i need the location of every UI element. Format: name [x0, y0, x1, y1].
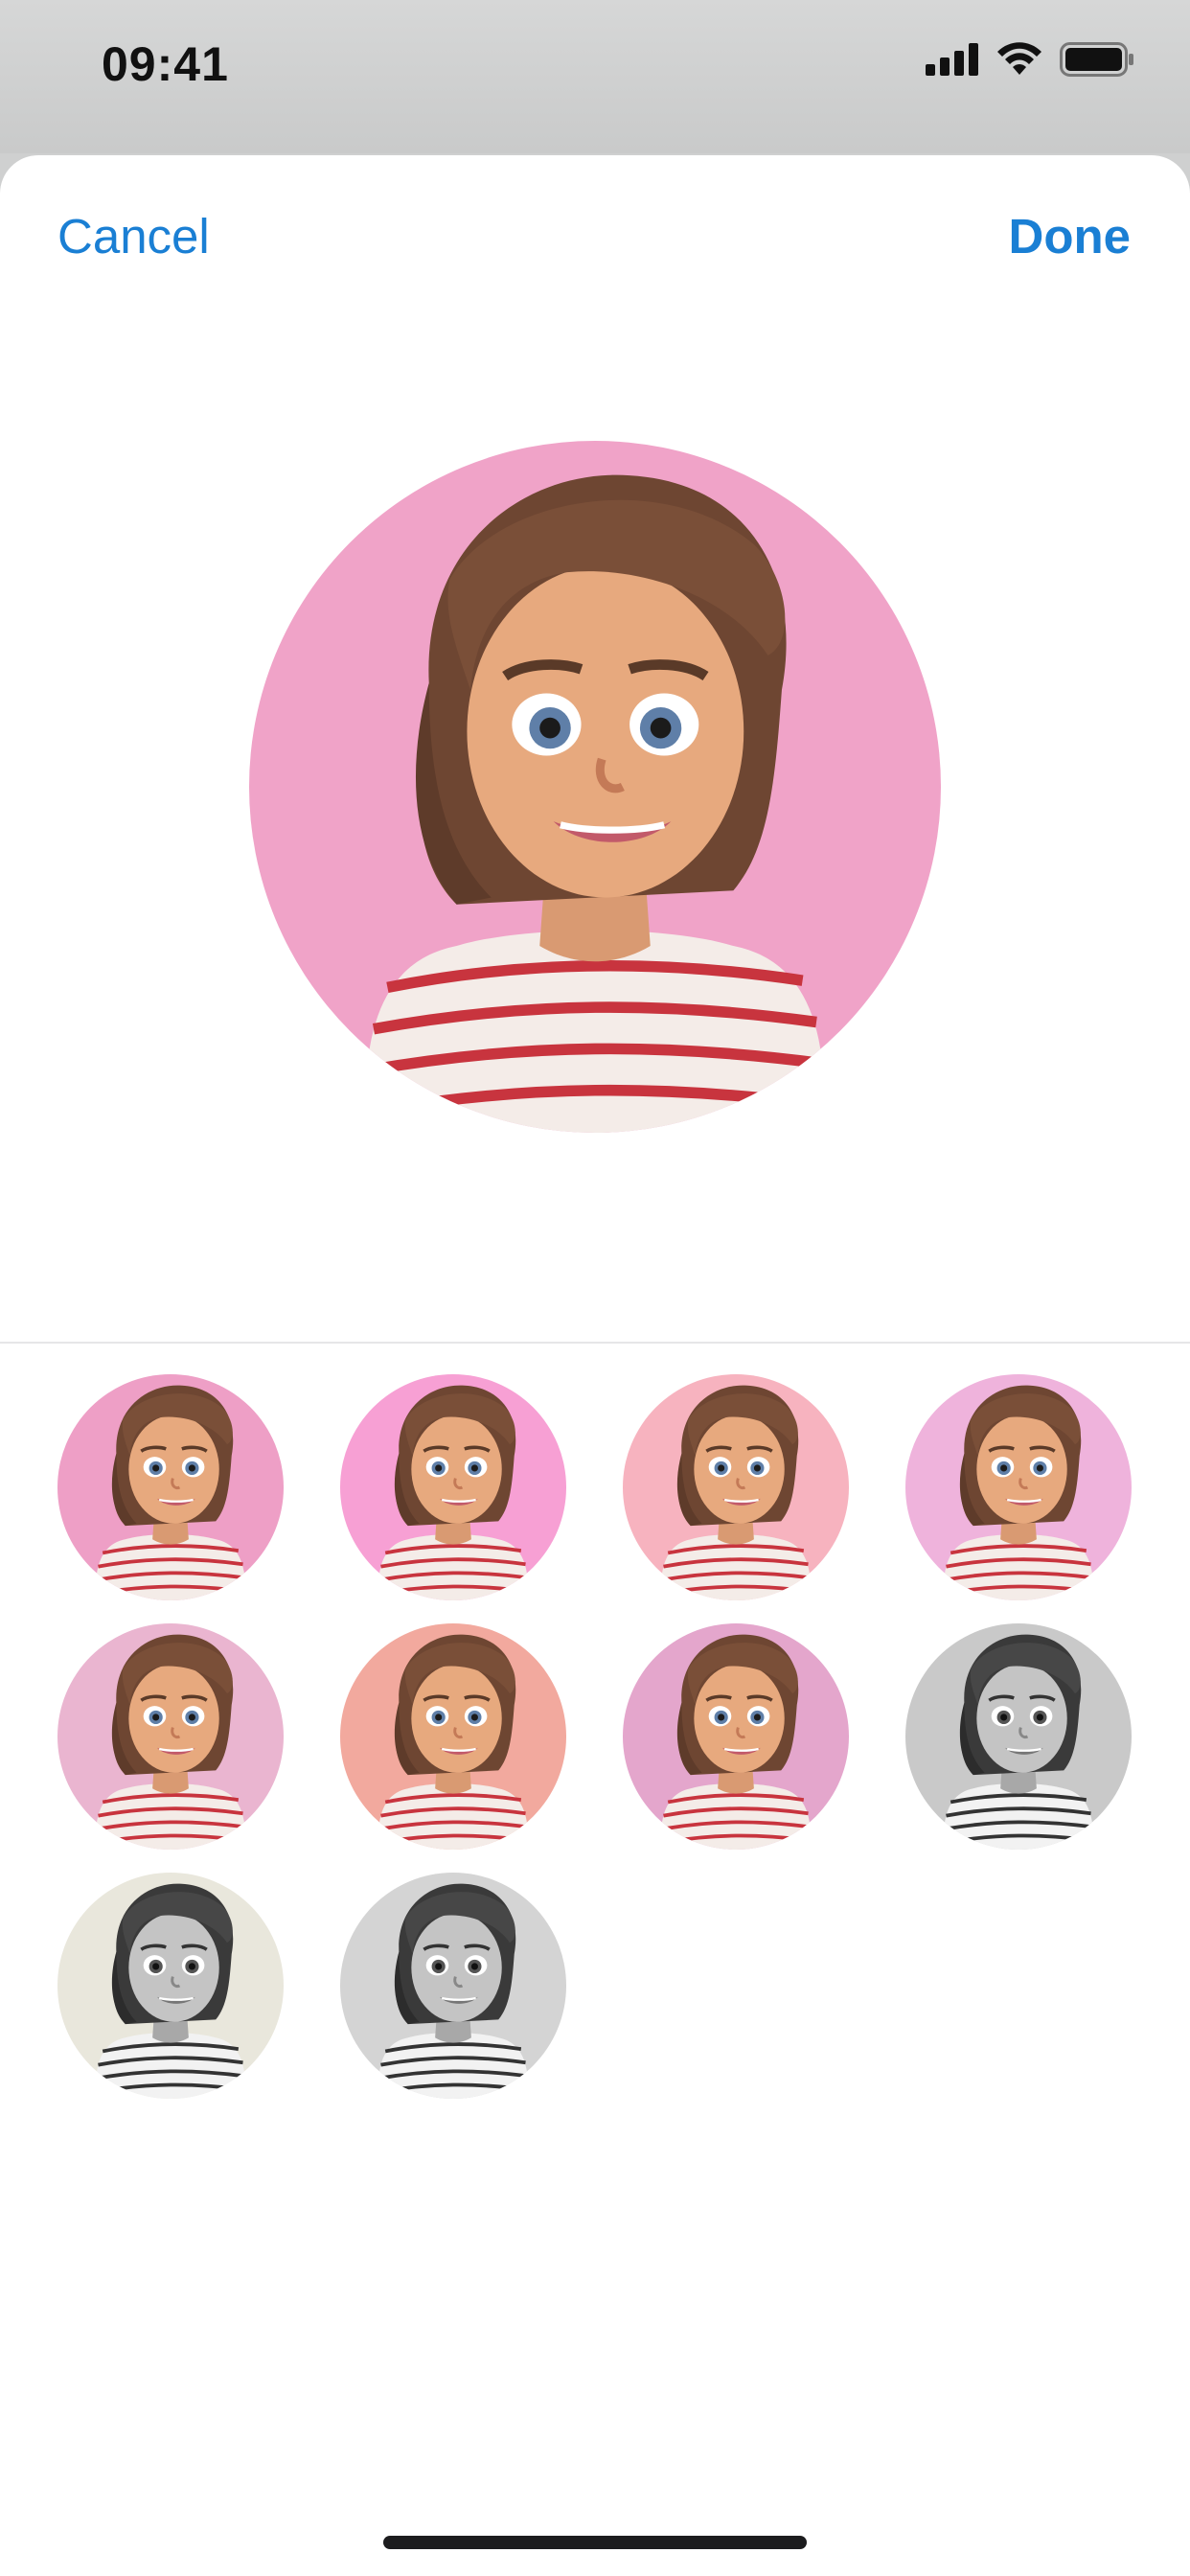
avatar-thumbnail [905, 1374, 1132, 1600]
status-bar: 09:41 [0, 0, 1190, 153]
avatar-thumbnail [340, 1623, 566, 1850]
avatar-thumbnail [57, 1873, 284, 2099]
cancel-button[interactable]: Cancel [57, 208, 210, 264]
avatar-preview [249, 441, 941, 1133]
style-option-cream[interactable] [57, 1873, 284, 2099]
avatar-thumbnail [340, 1374, 566, 1600]
style-option-lavender[interactable] [905, 1374, 1132, 1600]
status-time: 09:41 [102, 37, 229, 91]
poster-style-sheet: Cancel Done [0, 155, 1190, 2576]
avatar-thumbnail [57, 1374, 284, 1600]
style-option-light-pink[interactable] [57, 1623, 284, 1850]
style-option-pink-2[interactable] [340, 1374, 566, 1600]
avatar-thumbnail [340, 1873, 566, 2099]
style-option-gray[interactable] [905, 1623, 1132, 1850]
wifi-icon [996, 42, 1042, 81]
divider [0, 1342, 1190, 1344]
avatar-thumbnail [905, 1623, 1132, 1850]
style-option-mauve[interactable] [623, 1623, 849, 1850]
avatar-thumbnail [57, 1623, 284, 1850]
battery-icon [1060, 42, 1134, 81]
done-button[interactable]: Done [1009, 208, 1132, 264]
style-option-peach[interactable] [623, 1374, 849, 1600]
status-icons [926, 42, 1134, 81]
avatar-thumbnail [623, 1623, 849, 1850]
cellular-signal-icon [926, 43, 979, 80]
avatar-thumbnail [623, 1374, 849, 1600]
style-option-light-gray[interactable] [340, 1873, 566, 2099]
home-indicator[interactable] [383, 2536, 807, 2549]
style-option-pink-1[interactable] [57, 1374, 284, 1600]
style-option-salmon[interactable] [340, 1623, 566, 1850]
